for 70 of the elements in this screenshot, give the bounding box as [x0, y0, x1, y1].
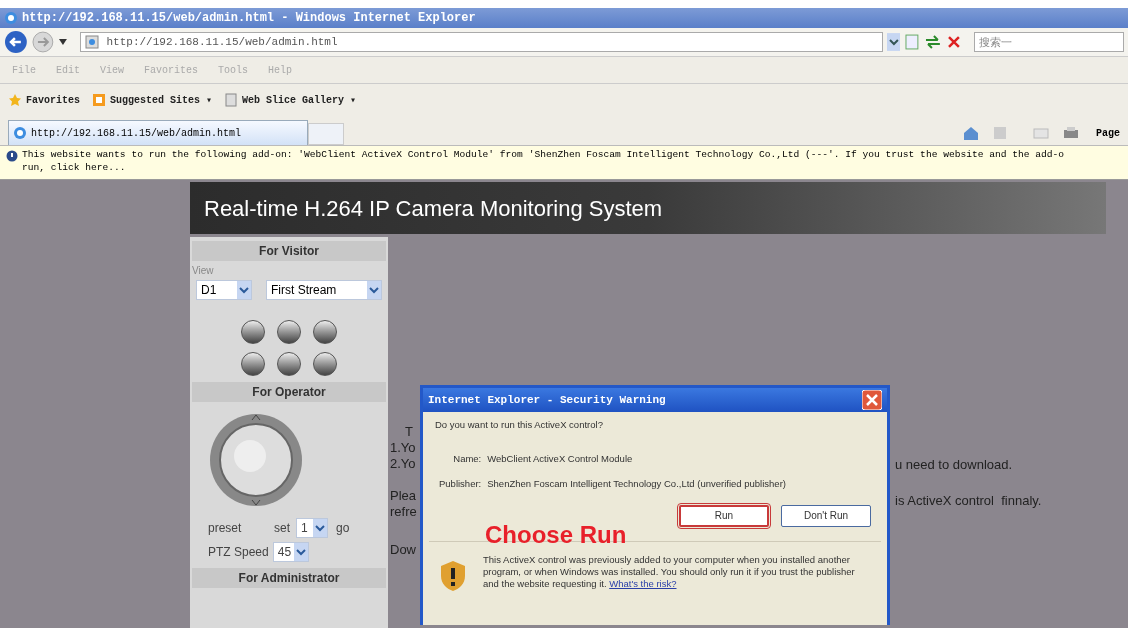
favorites-item[interactable]: Suggested Sites ▾	[92, 92, 213, 108]
round-button[interactable]	[277, 352, 301, 376]
page-title: Real-time H.264 IP Camera Monitoring System	[204, 194, 663, 223]
page-menu[interactable]: Page	[1096, 126, 1120, 141]
resolution-select[interactable]: D1	[196, 280, 252, 300]
body-text: refre	[390, 504, 417, 520]
dialog-button[interactable]: Don't Run	[781, 504, 871, 527]
address-field[interactable]: http://192.168.11.15/web/admin.html	[79, 32, 883, 52]
stream-select[interactable]: First Stream	[266, 280, 382, 300]
favorites-item[interactable]: Web Slice Gallery ▾	[224, 92, 357, 108]
favorites-item[interactable]: Favorites	[8, 92, 80, 108]
section-heading: For Operator	[192, 382, 386, 402]
speed-select[interactable]: 45	[272, 542, 309, 562]
caret-icon	[57, 38, 68, 46]
risk-link[interactable]: What's the risk?	[609, 577, 677, 589]
field-value: ShenZhen Foscam Intelligent Technology Co.,Ltd (unverified publisher)	[487, 476, 787, 491]
sites-icon	[92, 93, 106, 107]
dropdown-icon	[886, 33, 901, 51]
dropdown-icon	[237, 281, 251, 299]
browser-tab[interactable]: http://192.168.11.15/web/admin.html	[8, 120, 308, 145]
preset-select[interactable]: 1	[296, 518, 328, 538]
close-icon	[862, 390, 882, 410]
dialog-title: Internet Explorer - Security Warning	[428, 392, 666, 408]
set-label: set	[274, 520, 290, 537]
warning-text: This ActiveX control was previously added to your computer when you installed another program, or when Windows was installed. You should only run it if you trust the publisher and the website requesting it. What's the risk?	[483, 553, 856, 591]
shield-icon	[6, 150, 18, 162]
preset-label: preset	[208, 520, 243, 537]
section-heading: For Administrator	[192, 568, 386, 588]
close-icon	[946, 34, 962, 50]
body-text: Plea	[390, 488, 417, 504]
info-bar-text: This website wants to run the following add-on: 'WebClient ActiveX Control Module' from 'ShenZhen Foscam Intelligent Technology Co.,Ltd (---'. If you trust the website and the add-o	[22, 148, 1065, 161]
home-icon	[962, 125, 980, 141]
body-text: 2.Yo	[390, 456, 417, 472]
round-button[interactable]	[313, 320, 337, 344]
body-text: u need to download.	[895, 456, 1014, 474]
print-icon	[1062, 125, 1080, 141]
round-button[interactable]	[241, 320, 265, 344]
section-heading: For Visitor	[192, 241, 386, 261]
refresh-icon	[924, 34, 943, 50]
round-button[interactable]	[241, 352, 265, 376]
dialog-button[interactable]: Run	[679, 504, 769, 527]
page-icon	[13, 126, 27, 140]
field-label: Publisher:	[439, 476, 482, 491]
forward-icon	[31, 31, 54, 53]
field-value: WebClient ActiveX Control Module	[487, 452, 634, 467]
star-icon	[8, 93, 22, 107]
info-bar-link[interactable]: run, click here...	[22, 161, 1065, 174]
go-label: go	[336, 520, 350, 537]
back-icon	[4, 30, 28, 54]
round-button[interactable]	[313, 352, 337, 376]
body-text: Dow	[390, 542, 417, 558]
url-text: http://192.168.11.15/web/admin.html	[106, 34, 338, 50]
body-text: T	[404, 424, 414, 440]
field-label: Name:	[452, 452, 482, 467]
view-label: View	[192, 264, 215, 278]
round-button[interactable]	[277, 320, 301, 344]
window-title: http://192.168.11.15/web/admin.html - Windows Internet Explorer	[22, 10, 476, 27]
dropdown-icon	[313, 519, 327, 537]
body-text: is ActiveX control finnaly.	[895, 491, 1042, 510]
page-icon	[84, 35, 99, 49]
warning-shield-icon	[439, 559, 467, 592]
dropdown-icon	[367, 281, 381, 299]
search-field[interactable]: 搜索一	[974, 32, 1124, 52]
body-text: 1.Yo	[390, 440, 417, 456]
question-text: Do you want to run this ActiveX control?	[435, 418, 604, 432]
speed-label: PTZ Speed	[208, 544, 269, 561]
dropdown-icon	[293, 543, 308, 561]
annotation-text: Choose Run	[485, 520, 627, 550]
browser-logo-icon	[4, 11, 18, 25]
page-icon	[224, 93, 239, 107]
